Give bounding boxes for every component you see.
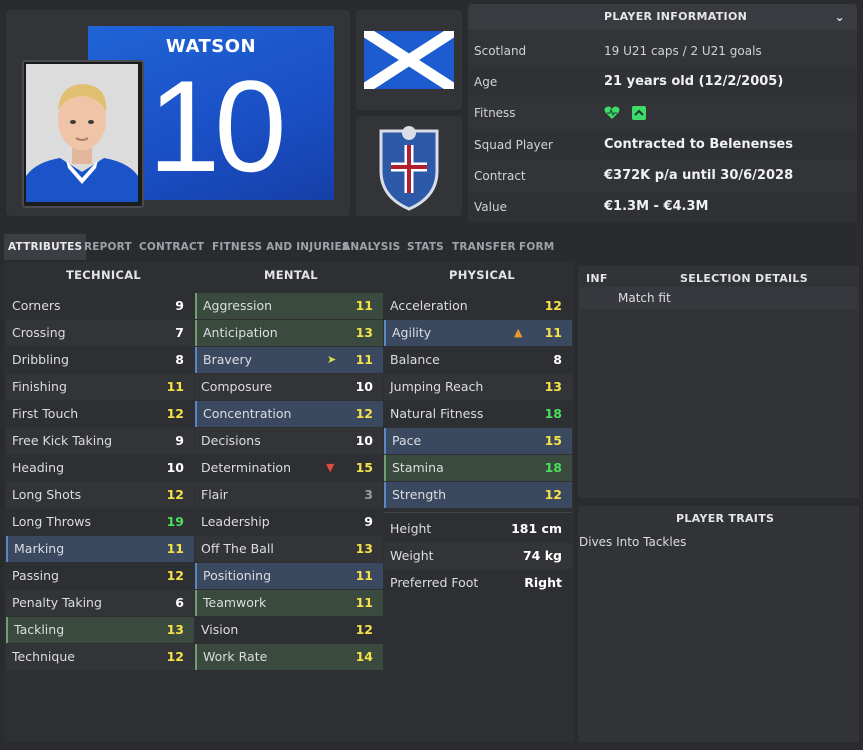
attr-balance[interactable]: Balance 8 — [384, 347, 572, 373]
attr-concentration[interactable]: Concentration 12 — [195, 401, 383, 427]
attr-agility[interactable]: Agility ▲ 11 — [384, 320, 572, 346]
match-fit-status: Match fit — [618, 291, 671, 305]
info-row-nation: Scotland 19 U21 caps / 2 U21 goals — [474, 44, 762, 58]
attr-work-rate[interactable]: Work Rate 14 — [195, 644, 383, 670]
trend-down-icon: ▼ — [326, 461, 335, 474]
attr-acceleration[interactable]: Acceleration 12 — [384, 293, 572, 319]
player-portrait-icon — [26, 64, 138, 202]
attr-aggression[interactable]: Aggression 11 — [195, 293, 383, 319]
info-weight: Weight 74 kg — [384, 543, 572, 569]
attr-vision[interactable]: Vision 12 — [195, 617, 383, 643]
attr-leadership[interactable]: Leadership 9 — [195, 509, 383, 535]
club-badge-icon — [379, 126, 439, 211]
player-traits-title: PLAYER TRAITS — [676, 512, 775, 525]
chevron-down-icon[interactable]: ⌄ — [835, 4, 845, 30]
tab-attributes[interactable]: ATTRIBUTES — [4, 234, 87, 260]
info-row-age: Age 21 years old (12/2/2005) — [468, 67, 857, 97]
trend-up-icon: ▲ — [514, 326, 523, 339]
info-row-value: Value €1.3M - €4.3M — [468, 192, 857, 222]
physical-heading: PHYSICAL — [449, 268, 516, 282]
trend-up-icon: ➤ — [327, 353, 337, 366]
info-height: Height 181 cm — [390, 521, 562, 536]
arrow-up-icon — [632, 105, 647, 120]
attr-penalty-taking[interactable]: Penalty Taking 6 — [6, 590, 194, 616]
attr-jumping-reach[interactable]: Jumping Reach 13 — [384, 374, 572, 400]
attr-tackling[interactable]: Tackling 13 — [6, 617, 194, 643]
attr-long-throws[interactable]: Long Throws 19 — [6, 509, 194, 535]
attr-dribbling[interactable]: Dribbling 8 — [6, 347, 194, 373]
attr-marking[interactable]: Marking 11 — [6, 536, 194, 562]
attr-first-touch[interactable]: First Touch 12 — [6, 401, 194, 427]
info-row-squad-status: Squad Player Contracted to Belenenses — [468, 130, 857, 160]
info-preferred-foot: Preferred Foot Right — [390, 575, 562, 590]
attr-free-kick-taking[interactable]: Free Kick Taking 9 — [6, 428, 194, 454]
attr-determination[interactable]: Determination ▼ 15 — [195, 455, 383, 481]
fitness-icons — [604, 105, 647, 121]
attr-decisions[interactable]: Decisions 10 — [195, 428, 383, 454]
attr-passing[interactable]: Passing 12 — [6, 563, 194, 589]
tab-contract[interactable]: CONTRACT — [135, 234, 208, 260]
scotland-flag-icon — [364, 31, 454, 89]
attr-flair[interactable]: Flair 3 — [195, 482, 383, 508]
attr-corners[interactable]: Corners 9 — [6, 293, 194, 319]
trait-item[interactable]: Dives Into Tackles — [579, 535, 686, 549]
attr-bravery[interactable]: Bravery ➤ 11 — [195, 347, 383, 373]
attr-off-the-ball[interactable]: Off The Ball 13 — [195, 536, 383, 562]
attr-long-shots[interactable]: Long Shots 12 — [6, 482, 194, 508]
attr-strength[interactable]: Strength 12 — [384, 482, 572, 508]
attr-heading[interactable]: Heading 10 — [6, 455, 194, 481]
technical-heading: TECHNICAL — [66, 268, 142, 282]
tab-report[interactable]: REPORT — [80, 234, 136, 260]
attr-natural-fitness[interactable]: Natural Fitness 18 — [384, 401, 572, 427]
tab-analysis[interactable]: ANALYSIS — [338, 234, 404, 260]
nation-flag-card[interactable] — [356, 10, 462, 110]
attr-crossing[interactable]: Crossing 7 — [6, 320, 194, 346]
attr-anticipation[interactable]: Anticipation 13 — [195, 320, 383, 346]
player-info-title: PLAYER INFORMATION ⌄ — [468, 4, 857, 30]
mental-heading: MENTAL — [264, 268, 318, 282]
tab-fitness-and-injuries[interactable]: FITNESS AND INJURIES — [208, 234, 354, 260]
club-badge-card[interactable] — [356, 116, 462, 216]
info-row-contract: Contract €372K p/a until 30/6/2028 — [474, 168, 794, 183]
info-row-fitness: Fitness — [468, 98, 857, 128]
attr-composure[interactable]: Composure 10 — [195, 374, 383, 400]
attr-positioning[interactable]: Positioning 11 — [195, 563, 383, 589]
selection-details-title: SELECTION DETAILS — [680, 272, 808, 285]
tab-stats[interactable]: STATS — [403, 234, 448, 260]
selection-row[interactable]: Match fit — [580, 287, 857, 309]
attr-stamina[interactable]: Stamina 18 — [384, 455, 572, 481]
player-number: 10 — [148, 53, 287, 199]
divider — [384, 512, 572, 513]
player-photo[interactable] — [26, 64, 138, 202]
attr-pace[interactable]: Pace 15 — [384, 428, 572, 454]
inf-column-header[interactable]: INF — [586, 272, 608, 285]
attr-technique[interactable]: Technique 12 — [6, 644, 194, 670]
attr-finishing[interactable]: Finishing 11 — [6, 374, 194, 400]
tab-transfer[interactable]: TRANSFER — [448, 234, 520, 260]
tab-form[interactable]: FORM — [515, 234, 558, 260]
attr-teamwork[interactable]: Teamwork 11 — [195, 590, 383, 616]
heart-icon — [604, 106, 620, 119]
